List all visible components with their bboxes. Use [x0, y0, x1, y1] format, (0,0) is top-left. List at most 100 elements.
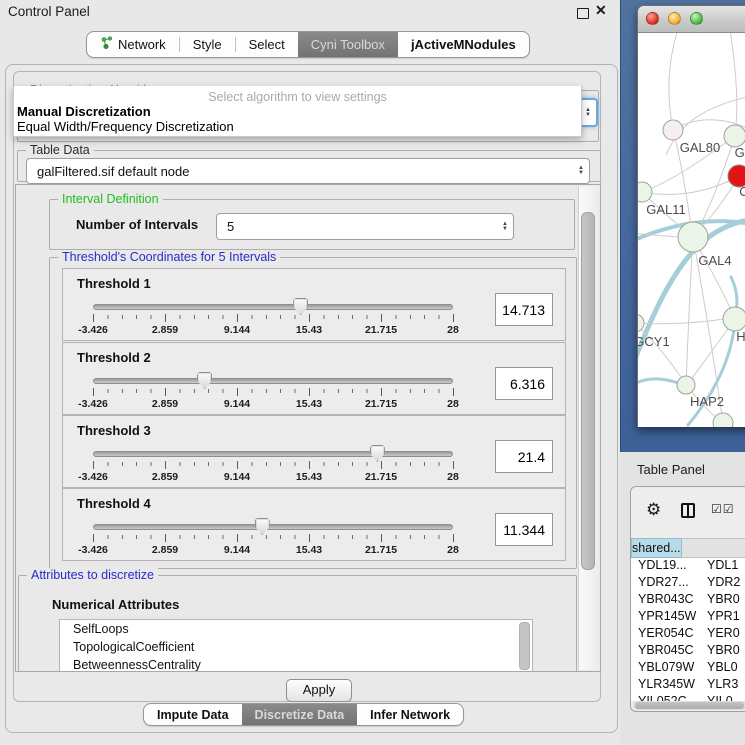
cell-shared-name[interactable]: YLR345W [631, 677, 699, 694]
apply-button[interactable]: Apply [286, 679, 352, 702]
zoom-window-button[interactable] [690, 12, 703, 25]
network-canvas[interactable]: GAL80GACGAL11GAL4HGCY1HAP2 [638, 33, 745, 427]
threshold-2-slider-thumb[interactable] [197, 372, 212, 389]
float-window-button[interactable] [577, 8, 589, 19]
cell-shared-name[interactable]: YPR145W [631, 609, 699, 626]
table-row[interactable]: YDL19...YDL1 [631, 558, 745, 575]
threshold-4-value-field[interactable]: 11.344 [495, 513, 553, 546]
threshold-1-slider[interactable]: -3.4262.8599.14415.4321.71528 [93, 297, 453, 337]
cell-shared-name[interactable]: YBL079W [631, 660, 699, 677]
threshold-3-slider[interactable]: -3.4262.8599.14415.4321.71528 [93, 444, 453, 484]
cell-shared-name[interactable]: YIL052C [631, 694, 699, 701]
network-node-hap2[interactable] [677, 376, 695, 394]
cell-name[interactable]: YER0 [699, 626, 745, 643]
threshold-4-slider[interactable]: -3.4262.8599.14415.4321.71528 [93, 517, 453, 557]
tab-style[interactable]: Style [180, 32, 235, 57]
network-node-ga[interactable] [724, 125, 745, 147]
slider-track[interactable] [93, 304, 453, 310]
threshold-4-slider-thumb[interactable] [255, 518, 270, 535]
table-row[interactable]: YLR345WYLR3 [631, 677, 745, 694]
horizontal-scrollbar-track[interactable] [633, 701, 745, 710]
numerical-attributes-heading: Numerical Attributes [52, 597, 179, 612]
threshold-1-slider-thumb[interactable] [293, 298, 308, 315]
column-header-shared-name[interactable]: shared... [631, 538, 682, 558]
tab-select[interactable]: Select [236, 32, 298, 57]
num-intervals-combobox[interactable]: 5 ▲▼ [216, 213, 514, 240]
spinner-icon: ▲▼ [573, 166, 589, 176]
network-node-gal4[interactable] [678, 222, 708, 252]
column-header-name[interactable]: n [682, 538, 745, 558]
list-scrollbar[interactable] [519, 622, 530, 670]
slider-tick-labels: -3.4262.8599.14415.4321.71528 [93, 398, 453, 410]
interval-definition-legend: Interval Definition [58, 192, 163, 206]
slider-track[interactable] [93, 378, 453, 384]
threshold-2-value-field[interactable]: 6.316 [495, 367, 553, 400]
table-row[interactable]: YDR27...YDR2 [631, 575, 745, 592]
threshold-3-slider-thumb[interactable] [370, 445, 385, 462]
cell-name[interactable]: YLR3 [699, 677, 745, 694]
attribute-item[interactable]: BetweennessCentrality [60, 656, 532, 672]
threshold-2-slider[interactable]: -3.4262.8599.14415.4321.71528 [93, 371, 453, 411]
cell-name[interactable]: YBR0 [699, 643, 745, 660]
cell-name[interactable]: YIL0 [699, 694, 745, 701]
minimize-window-button[interactable] [668, 12, 681, 25]
cell-name[interactable]: YBL0 [699, 660, 745, 677]
close-window-button[interactable] [646, 12, 659, 25]
tab-jactivemnodules[interactable]: jActiveMNodules [398, 32, 529, 57]
interval-definition-fieldset: Interval Definition Number of Intervals … [49, 199, 575, 250]
vertical-scrollbar-thumb[interactable] [581, 212, 595, 570]
cell-shared-name[interactable]: YBR043C [631, 592, 699, 609]
horizontal-scrollbar-thumb[interactable] [635, 702, 744, 709]
num-intervals-value: 5 [217, 219, 497, 234]
table-panel-title: Table Panel [637, 462, 705, 477]
network-node-h[interactable] [723, 307, 745, 331]
table-data-combobox[interactable]: galFiltered.sif default node ▲▼ [26, 158, 590, 184]
tab-impute-data[interactable]: Impute Data [144, 704, 242, 725]
tab-network[interactable]: Network [87, 32, 179, 57]
cell-shared-name[interactable]: YER054C [631, 626, 699, 643]
network-node-gcy1[interactable] [638, 314, 644, 332]
table-row[interactable]: YPR145WYPR1 [631, 609, 745, 626]
network-node-label: GCY1 [638, 334, 670, 349]
network-node-gal80[interactable] [663, 120, 683, 140]
cell-name[interactable]: YDR2 [699, 575, 745, 592]
network-node-label: GAL11 [646, 202, 686, 217]
slider-ticks [93, 534, 454, 542]
vertical-scrollbar-track[interactable] [578, 186, 599, 670]
table-settings-gear-button[interactable]: ⚙ [646, 501, 661, 518]
tab-discretize-data[interactable]: Discretize Data [242, 704, 358, 725]
table-row[interactable]: YBR043CYBR0 [631, 592, 745, 609]
select-columns-button[interactable]: ☑☑ [711, 502, 735, 516]
table-row[interactable]: YER054CYER0 [631, 626, 745, 643]
cell-shared-name[interactable]: YBR045C [631, 643, 699, 660]
table-panel-region: Table Panel ⚙ ☑☑ shared... n YDL19...YDL… [620, 452, 745, 745]
tab-network-label: Network [118, 37, 166, 52]
control-panel-tabbar: Network Style Select Cyni Toolbox jActiv… [86, 31, 530, 58]
network-node[interactable] [713, 413, 733, 427]
popup-option-manual-discretization[interactable]: Manual Discretization [17, 104, 151, 119]
discretize-content-panel: Discretization Algorithm ▲▼ Table Data g… [13, 71, 601, 702]
tab-infer-network[interactable]: Infer Network [357, 704, 463, 725]
attribute-item[interactable]: SelfLoops [60, 620, 532, 638]
threshold-1-value-field[interactable]: 14.713 [495, 293, 553, 326]
tab-cyni-toolbox[interactable]: Cyni Toolbox [298, 32, 398, 57]
tab-jactivemnodules-label: jActiveMNodules [411, 37, 516, 52]
slider-track[interactable] [93, 451, 453, 457]
cell-shared-name[interactable]: YDL19... [631, 558, 699, 575]
cell-name[interactable]: YDL1 [699, 558, 745, 575]
slider-track[interactable] [93, 524, 453, 530]
table-row[interactable]: YBR045CYBR0 [631, 643, 745, 660]
table-row[interactable]: YBL079WYBL0 [631, 660, 745, 677]
network-window-titlebar[interactable] [638, 6, 745, 33]
threshold-3-value-field[interactable]: 21.4 [495, 440, 553, 473]
column-layout-button[interactable] [681, 503, 695, 518]
cell-name[interactable]: YBR0 [699, 592, 745, 609]
cell-name[interactable]: YPR1 [699, 609, 745, 626]
cyni-mode-tabbar: Impute Data Discretize Data Infer Networ… [143, 703, 464, 726]
popup-option-equal-width-frequency[interactable]: Equal Width/Frequency Discretization [17, 119, 234, 134]
table-row[interactable]: YIL052CYIL0 [631, 694, 745, 701]
network-node-label: C [739, 184, 745, 199]
attribute-item[interactable]: TopologicalCoefficient [60, 638, 532, 656]
close-panel-button[interactable]: ✕ [595, 2, 607, 19]
cell-shared-name[interactable]: YDR27... [631, 575, 699, 592]
